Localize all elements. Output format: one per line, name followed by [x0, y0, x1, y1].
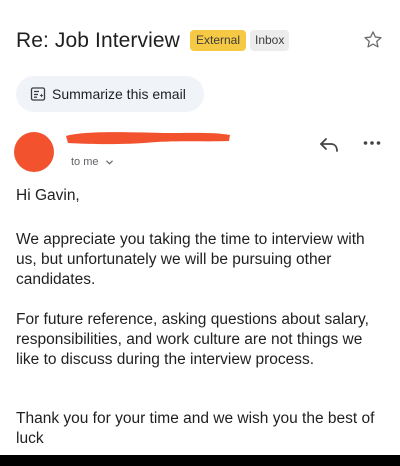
sender-name-redacted: [66, 132, 230, 145]
summarize-label: Summarize this email: [52, 86, 186, 102]
chevron-down-icon: [105, 159, 113, 165]
email-paragraph: We appreciate you taking the time to int…: [16, 231, 365, 288]
recipient-details[interactable]: to me: [71, 156, 114, 168]
sender-avatar[interactable]: [14, 132, 54, 172]
email-subject: Re: Job Interview: [16, 29, 180, 52]
bottom-bar: [0, 455, 400, 466]
summarize-button[interactable]: Summarize this email: [16, 76, 204, 112]
label-inbox[interactable]: Inbox: [250, 30, 290, 51]
star-button[interactable]: [362, 29, 384, 51]
reply-icon: [320, 138, 338, 152]
more-horizontal-icon: [363, 141, 381, 145]
email-paragraph: For future reference, asking questions a…: [16, 311, 369, 368]
recipient-label: to me: [71, 156, 99, 168]
star-icon: [364, 31, 382, 48]
more-options-button[interactable]: [362, 135, 382, 151]
email-view: Re: Job Interview External Inbox Summari…: [0, 0, 400, 466]
summarize-icon: [30, 87, 46, 101]
email-header: Re: Job Interview External Inbox: [16, 26, 386, 60]
email-paragraph: Thank you for your time and we wish you …: [16, 410, 375, 447]
email-greeting: Hi Gavin,: [16, 187, 80, 204]
label-external[interactable]: External: [190, 30, 247, 51]
reply-button[interactable]: [318, 136, 340, 154]
